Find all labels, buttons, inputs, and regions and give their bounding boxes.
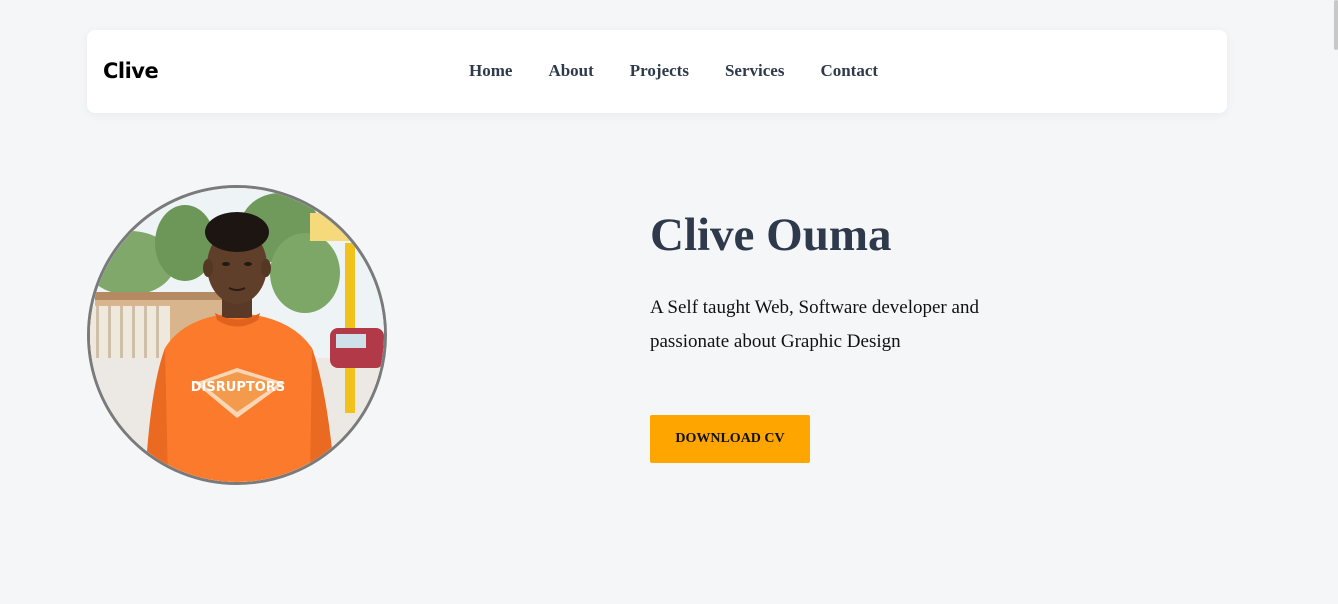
nav-item-about: About bbox=[548, 61, 593, 81]
profile-photo: DISRUPTORS bbox=[90, 188, 384, 482]
nav-link-home[interactable]: Home bbox=[469, 61, 512, 80]
page-scrollbar[interactable] bbox=[1334, 0, 1338, 50]
download-cv-button[interactable]: DOWNLOAD CV bbox=[650, 415, 810, 463]
shirt-logo-text: DISRUPTORS bbox=[191, 380, 285, 395]
nav-item-services: Services bbox=[725, 61, 784, 81]
nav-item-home: Home bbox=[469, 61, 512, 81]
hero-description: A Self taught Web, Software developer an… bbox=[650, 297, 979, 352]
hero-name: Clive Ouma bbox=[650, 209, 892, 261]
nav-link-about[interactable]: About bbox=[548, 61, 593, 80]
nav-link-contact[interactable]: Contact bbox=[820, 61, 878, 80]
nav-item-projects: Projects bbox=[630, 61, 689, 81]
nav-link-services[interactable]: Services bbox=[725, 61, 784, 80]
navbar: Clive Home About Projects Services Conta… bbox=[87, 30, 1227, 113]
site-logo[interactable]: Clive bbox=[103, 59, 159, 83]
nav-links: Home About Projects Services Contact bbox=[469, 61, 878, 81]
profile-avatar: DISRUPTORS bbox=[87, 185, 387, 485]
nav-item-contact: Contact bbox=[820, 61, 878, 81]
nav-link-projects[interactable]: Projects bbox=[630, 61, 689, 80]
